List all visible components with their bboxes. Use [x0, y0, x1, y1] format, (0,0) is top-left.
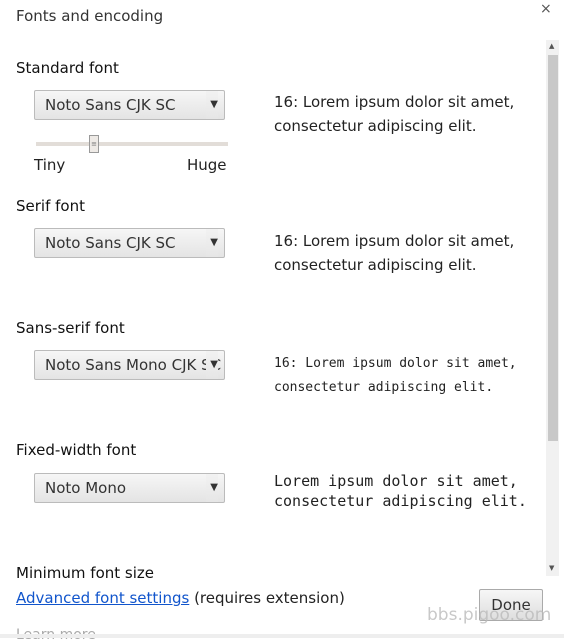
fixed-width-font-sample: Lorem ipsum dolor sit amet, consectetur a… — [274, 471, 527, 511]
minimum-font-size-label: Minimum font size — [16, 564, 154, 580]
slider-min-label: Tiny — [34, 156, 66, 174]
scroll-up-icon[interactable]: ▲ — [549, 42, 554, 50]
sample-line: 16: Lorem ipsum dolor sit amet, — [274, 356, 517, 371]
sample-line: consectetur adipiscing elit. — [274, 117, 477, 135]
sans-serif-font-sample: 16: Lorem ipsum dolor sit amet, consectet… — [274, 352, 517, 400]
serif-font-sample: 16: Lorem ipsum dolor sit amet, consectet… — [274, 229, 514, 277]
font-size-slider-thumb[interactable]: ≡ — [89, 135, 99, 153]
dialog-edge — [0, 634, 564, 638]
dialog-title: Fonts and encoding — [16, 7, 164, 25]
fixed-width-font-label: Fixed-width font — [16, 441, 137, 459]
scrollbar-thumb[interactable] — [548, 55, 558, 441]
fixed-width-font-select[interactable]: Noto Mono ▼ — [34, 473, 225, 503]
settings-scroll-area: Standard font Noto Sans CJK SC ▼ 16: Lore… — [0, 40, 546, 580]
slider-max-label: Huge — [187, 156, 227, 174]
serif-font-select[interactable]: Noto Sans CJK SC ▼ — [34, 228, 225, 258]
chevron-down-icon: ▼ — [206, 474, 218, 502]
sans-serif-font-label: Sans-serif font — [16, 319, 125, 337]
sans-serif-font-select[interactable]: Noto Sans Mono CJK SC ▼ — [34, 350, 225, 380]
chevron-down-icon: ▼ — [206, 351, 218, 379]
serif-font-value: Noto Sans CJK SC — [45, 234, 176, 252]
sample-line: consectetur adipiscing elit. — [274, 256, 477, 274]
fixed-width-font-value: Noto Mono — [45, 479, 127, 497]
advanced-font-settings-link[interactable]: Advanced font settings — [16, 589, 189, 607]
standard-font-label: Standard font — [16, 59, 119, 77]
sample-line: Lorem ipsum dolor sit amet, — [274, 472, 518, 490]
standard-font-select[interactable]: Noto Sans CJK SC ▼ — [34, 90, 225, 120]
font-size-slider-track[interactable] — [36, 142, 228, 146]
watermark: bbs.pigoo.com — [427, 605, 552, 625]
chevron-down-icon: ▼ — [206, 91, 218, 119]
sample-line: 16: Lorem ipsum dolor sit amet, — [274, 232, 515, 250]
requires-extension-note: (requires extension) — [189, 589, 345, 607]
sample-line: 16: Lorem ipsum dolor sit amet, — [274, 93, 515, 111]
sample-line: consectetur adipiscing elit. — [274, 380, 494, 395]
standard-font-sample: 16: Lorem ipsum dolor sit amet, consectet… — [274, 90, 514, 138]
sample-line: consectetur adipiscing elit. — [274, 492, 527, 510]
sans-serif-font-value: Noto Sans Mono CJK SC — [45, 356, 222, 374]
scroll-down-icon[interactable]: ▼ — [549, 564, 554, 572]
footer-text: Advanced font settings (requires extensi… — [16, 589, 345, 607]
standard-font-value: Noto Sans CJK SC — [45, 96, 176, 114]
close-icon[interactable]: × — [540, 1, 552, 17]
serif-font-label: Serif font — [16, 197, 85, 215]
chevron-down-icon: ▼ — [206, 229, 218, 257]
